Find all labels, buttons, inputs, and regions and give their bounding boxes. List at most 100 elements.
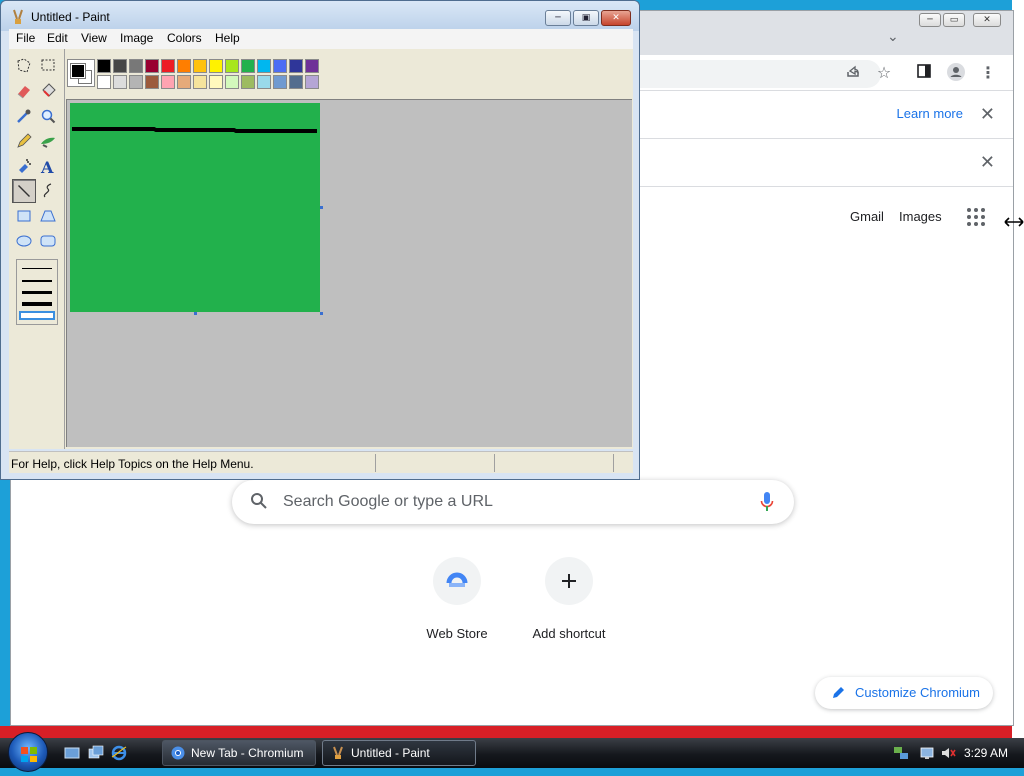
palette-swatch[interactable] — [193, 75, 207, 89]
chrome-minimize-button[interactable]: ─ — [919, 13, 941, 27]
eraser-icon[interactable] — [12, 79, 36, 103]
resize-handle-bottom[interactable] — [194, 312, 197, 315]
close-icon[interactable]: ✕ — [980, 104, 995, 125]
palette-swatch[interactable] — [129, 75, 143, 89]
palette-swatch[interactable] — [257, 75, 271, 89]
menu-edit[interactable]: Edit — [47, 31, 68, 45]
drawing-canvas[interactable] — [70, 103, 320, 312]
palette-swatch[interactable] — [97, 75, 111, 89]
line-width-1[interactable] — [22, 268, 52, 269]
shortcut-add[interactable]: Add shortcut — [513, 557, 625, 647]
close-icon[interactable]: ✕ — [980, 152, 995, 173]
pencil-icon[interactable] — [12, 129, 36, 153]
learn-more-link[interactable]: Learn more — [897, 106, 963, 121]
palette-swatch[interactable] — [113, 75, 127, 89]
windows-logo-icon — [21, 747, 37, 762]
palette-swatch[interactable] — [209, 59, 223, 73]
palette-swatch[interactable] — [161, 59, 175, 73]
palette-swatch[interactable] — [225, 59, 239, 73]
paint-maximize-button[interactable]: ▣ — [573, 10, 599, 26]
brush-icon[interactable] — [36, 129, 60, 153]
taskbar-clock[interactable]: 3:29 AM — [964, 746, 1008, 760]
fill-with-color-icon[interactable] — [36, 79, 60, 103]
bookmark-star-icon[interactable]: ☆ — [874, 63, 894, 83]
foreground-color[interactable] — [70, 63, 86, 79]
text-icon[interactable]: A — [36, 154, 60, 178]
rounded-rectangle-icon[interactable] — [36, 229, 60, 253]
show-desktop-icon[interactable] — [64, 745, 80, 761]
switch-windows-icon[interactable] — [88, 745, 104, 761]
line-icon[interactable] — [12, 179, 36, 203]
tab-search-chevron-icon[interactable]: ⌄ — [887, 29, 899, 45]
internet-explorer-icon[interactable] — [111, 745, 127, 761]
palette-swatch[interactable] — [289, 75, 303, 89]
free-form-select-icon[interactable] — [12, 54, 36, 78]
palette-swatch[interactable] — [273, 59, 287, 73]
palette-swatch[interactable] — [145, 59, 159, 73]
polygon-icon[interactable] — [36, 204, 60, 228]
paint-menu-bar: File Edit View Image Colors Help — [9, 29, 633, 49]
airbrush-icon[interactable] — [12, 154, 36, 178]
taskbar-paint[interactable]: Untitled - Paint — [322, 740, 476, 766]
palette-swatch[interactable] — [193, 59, 207, 73]
line-width-4[interactable] — [22, 302, 52, 306]
share-icon[interactable] — [843, 63, 863, 83]
taskbar-chromium[interactable]: New Tab - Chromium — [162, 740, 316, 766]
chrome-menu-icon[interactable]: ⋮ — [978, 63, 998, 83]
palette-swatch[interactable] — [113, 59, 127, 73]
menu-view[interactable]: View — [81, 31, 107, 45]
customize-chromium-button[interactable]: Customize Chromium — [815, 677, 993, 709]
network-tray-icon[interactable] — [893, 745, 909, 761]
line-width-selected[interactable] — [19, 311, 55, 320]
paint-minimize-button[interactable]: ─ — [545, 10, 571, 26]
menu-colors[interactable]: Colors — [167, 31, 202, 45]
palette-swatch[interactable] — [241, 59, 255, 73]
paint-window-title: Untitled - Paint — [31, 10, 110, 24]
ellipse-icon[interactable] — [12, 229, 36, 253]
paint-title-bar[interactable]: Untitled - Paint ─ ▣ ✕ — [1, 1, 639, 31]
menu-file[interactable]: File — [16, 31, 35, 45]
palette-swatch[interactable] — [257, 59, 271, 73]
current-colors[interactable] — [67, 59, 95, 87]
magnifier-icon[interactable] — [36, 104, 60, 128]
display-tray-icon[interactable] — [920, 745, 936, 761]
select-icon[interactable] — [36, 54, 60, 78]
side-panel-icon[interactable] — [914, 63, 934, 83]
resize-handle-right[interactable] — [320, 206, 323, 209]
palette-swatch[interactable] — [305, 59, 319, 73]
palette-swatch[interactable] — [305, 75, 319, 89]
palette-swatch[interactable] — [209, 75, 223, 89]
palette-swatch[interactable] — [289, 59, 303, 73]
profile-avatar-icon[interactable] — [946, 63, 966, 83]
palette-swatch[interactable] — [161, 75, 175, 89]
line-width-selector[interactable] — [16, 259, 58, 325]
palette-swatch[interactable] — [225, 75, 239, 89]
pick-color-icon[interactable] — [12, 104, 36, 128]
line-width-2[interactable] — [22, 280, 52, 282]
palette-swatch[interactable] — [241, 75, 255, 89]
chrome-close-button[interactable]: ✕ — [973, 13, 1001, 27]
curve-icon[interactable] — [36, 179, 60, 203]
palette-swatch[interactable] — [97, 59, 111, 73]
images-link[interactable]: Images — [899, 209, 942, 224]
volume-muted-icon[interactable] — [940, 745, 956, 761]
menu-help[interactable]: Help — [215, 31, 240, 45]
palette-swatch[interactable] — [177, 75, 191, 89]
palette-swatch[interactable] — [177, 59, 191, 73]
line-width-3[interactable] — [22, 291, 52, 294]
palette-swatch[interactable] — [273, 75, 287, 89]
google-apps-icon[interactable] — [967, 208, 985, 226]
resize-handle-corner[interactable] — [320, 312, 323, 315]
shortcut-web-store[interactable]: Web Store — [401, 557, 513, 647]
palette-swatch[interactable] — [145, 75, 159, 89]
paint-close-button[interactable]: ✕ — [601, 10, 631, 26]
search-box[interactable]: Search Google or type a URL — [232, 480, 794, 524]
menu-image[interactable]: Image — [120, 31, 153, 45]
microphone-icon[interactable] — [760, 491, 774, 513]
chrome-maximize-button[interactable]: ▭ — [943, 13, 965, 27]
taskbar: New Tab - Chromium Untitled - Paint 3:29… — [0, 732, 1024, 772]
rectangle-icon[interactable] — [12, 204, 36, 228]
gmail-link[interactable]: Gmail — [850, 209, 884, 224]
start-button[interactable] — [8, 732, 48, 772]
palette-swatch[interactable] — [129, 59, 143, 73]
